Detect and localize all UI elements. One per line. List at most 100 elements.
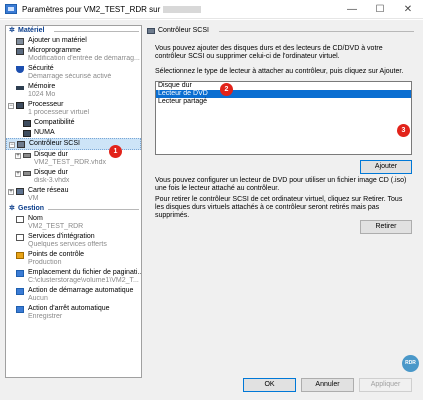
title-bar: Paramètres pour VM2_TEST_RDR sur — ☐ ✕	[0, 0, 423, 19]
memory-icon	[16, 86, 24, 90]
tree-item-sub: C:\clusterstorage\volume1\VM2_T...	[28, 277, 139, 284]
tree-item-sub: VM2_TEST_RDR.vhdx	[34, 159, 106, 166]
processor-icon	[16, 102, 24, 109]
settings-tree[interactable]: ✲ Matériel Ajouter un matériel Microprog…	[5, 25, 142, 378]
tree-item-label: Points de contrôle	[28, 251, 85, 258]
tree-item-label: Services d'intégration	[28, 233, 95, 240]
expand-toggle[interactable]: +	[15, 171, 21, 177]
tree-item-sub: VM	[28, 195, 39, 202]
firmware-icon	[16, 48, 24, 55]
scsi-controller-icon	[17, 141, 25, 148]
tree-item-auto-stop[interactable]: Action d'arrêt automatique Enregistrer	[6, 304, 141, 322]
window-title: Paramètres pour VM2_TEST_RDR sur	[22, 4, 161, 14]
tree-item-sub: Aucun	[28, 295, 48, 302]
rdr-watermark-logo: RDR	[402, 355, 419, 372]
tree-item-numa[interactable]: NUMA	[6, 128, 141, 138]
divider	[219, 31, 414, 32]
collapse-star-icon: ✲	[9, 27, 15, 34]
tree-item-sub: 1 processeur virtuel	[28, 109, 90, 116]
expand-toggle[interactable]: +	[15, 153, 21, 159]
hard-disk-icon	[23, 153, 31, 158]
tree-item-label: Disque dur	[34, 151, 68, 158]
dvd-info-text: Vous pouvez configurer un lecteur de DVD…	[155, 177, 407, 192]
tree-item-sub: 1024 Mo	[28, 91, 56, 98]
tree-item-label: Compatibilité	[34, 119, 75, 126]
maximize-button[interactable]: ☐	[367, 0, 393, 19]
chip-icon	[23, 130, 31, 137]
option-shared-drive[interactable]: Lecteur partagé	[156, 98, 411, 106]
tree-item-label: Mémoire	[28, 83, 56, 90]
tree-item-label: Emplacement du fichier de paginati...	[28, 269, 142, 276]
minimize-button[interactable]: —	[339, 0, 365, 19]
section-management-label: Gestion	[18, 205, 45, 212]
section-hardware[interactable]: ✲ Matériel	[6, 26, 141, 36]
add-button[interactable]: Ajouter	[360, 160, 412, 174]
tree-item-label: Microprogramme	[28, 47, 81, 54]
tree-item-label: Action d'arrêt automatique	[28, 305, 110, 312]
panel-header: Contrôleur SCSI	[146, 25, 418, 37]
tree-item-sub: Modification d'entrée de démarrag...	[28, 55, 140, 62]
drive-type-listbox[interactable]: Disque dur Lecteur de DVD Lecteur partag…	[155, 81, 412, 155]
tree-item-security[interactable]: Sécurité Démarrage sécurisé activé	[6, 64, 141, 82]
add-hardware-icon	[16, 38, 24, 45]
collapse-toggle[interactable]: −	[8, 103, 14, 109]
cancel-button[interactable]: Annuler	[301, 378, 354, 392]
remove-info-text: Pour retirer le contrôleur SCSI de cet o…	[155, 196, 403, 219]
option-hard-disk[interactable]: Disque dur	[156, 82, 411, 90]
tree-item-label: Processeur	[28, 101, 64, 108]
network-adapter-icon	[16, 188, 24, 195]
ok-button[interactable]: OK	[243, 378, 296, 392]
tree-item-memory[interactable]: Mémoire 1024 Mo	[6, 82, 141, 100]
tree-item-label: Disque dur	[34, 169, 68, 176]
settings-body: ✲ Matériel Ajouter un matériel Microprog…	[0, 20, 423, 400]
annotation-badge-2: 2	[220, 83, 233, 96]
expand-toggle[interactable]: +	[8, 189, 14, 195]
collapse-toggle[interactable]: −	[9, 142, 15, 148]
tree-item-label: Carte réseau	[28, 187, 69, 194]
tree-item-checkpoints[interactable]: Points de contrôle Production	[6, 250, 141, 268]
select-prompt: Sélectionnez le type de lecteur à attach…	[155, 68, 404, 75]
collapse-star-icon: ✲	[9, 205, 15, 212]
auto-start-icon	[16, 288, 24, 295]
shield-icon	[16, 66, 24, 73]
apply-button[interactable]: Appliquer	[359, 378, 412, 392]
tree-item-integration-services[interactable]: Services d'intégration Quelques services…	[6, 232, 141, 250]
tree-item-label: Sécurité	[28, 65, 54, 72]
tree-item-add-hardware[interactable]: Ajouter un matériel	[6, 36, 141, 46]
intro-text: Vous pouvez ajouter des disques durs et …	[155, 45, 383, 60]
tree-item-network-adapter[interactable]: + Carte réseau VM	[6, 186, 141, 204]
scsi-controller-icon	[147, 28, 155, 34]
tree-item-sub: Quelques services offerts	[28, 241, 107, 248]
tree-item-processor[interactable]: − Processeur 1 processeur virtuel	[6, 100, 141, 118]
document-icon	[16, 216, 24, 223]
option-dvd-drive[interactable]: Lecteur de DVD	[156, 90, 411, 98]
scsi-controller-panel: Contrôleur SCSI Vous pouvez ajouter des …	[146, 25, 418, 378]
tree-item-name[interactable]: Nom VM2_TEST_RDR	[6, 214, 141, 232]
tree-item-compatibility[interactable]: Compatibilité	[6, 118, 141, 128]
tree-item-sub: Démarrage sécurisé activé	[28, 73, 112, 80]
divider	[48, 209, 139, 210]
tree-item-label: Ajouter un matériel	[28, 37, 87, 44]
tree-item-sub: disk-3.vhdx	[34, 177, 70, 184]
divider	[54, 31, 139, 32]
hyperv-settings-icon	[5, 4, 17, 14]
section-hardware-label: Matériel	[18, 27, 45, 34]
tree-item-paging-file[interactable]: Emplacement du fichier de paginati... C:…	[6, 268, 141, 286]
tree-item-label: Contrôleur SCSI	[29, 140, 80, 147]
tree-item-firmware[interactable]: Microprogramme Modification d'entrée de …	[6, 46, 141, 64]
tree-item-sub: Production	[28, 259, 62, 266]
tree-item-hard-disk-2[interactable]: + Disque dur disk-3.vhdx	[6, 168, 141, 186]
document-icon	[16, 234, 24, 241]
paging-file-icon	[16, 270, 24, 277]
close-button[interactable]: ✕	[395, 0, 421, 19]
tree-item-label: Nom	[28, 215, 43, 222]
checkpoint-icon	[16, 252, 24, 259]
tree-item-auto-start[interactable]: Action de démarrage automatique Aucun	[6, 286, 141, 304]
chip-icon	[23, 120, 31, 127]
remove-button[interactable]: Retirer	[360, 220, 412, 234]
tree-item-sub: VM2_TEST_RDR	[28, 223, 84, 230]
annotation-badge-3: 3	[397, 124, 410, 137]
tree-item-label: NUMA	[34, 129, 55, 136]
section-management[interactable]: ✲ Gestion	[6, 204, 141, 214]
hard-disk-icon	[23, 171, 31, 176]
